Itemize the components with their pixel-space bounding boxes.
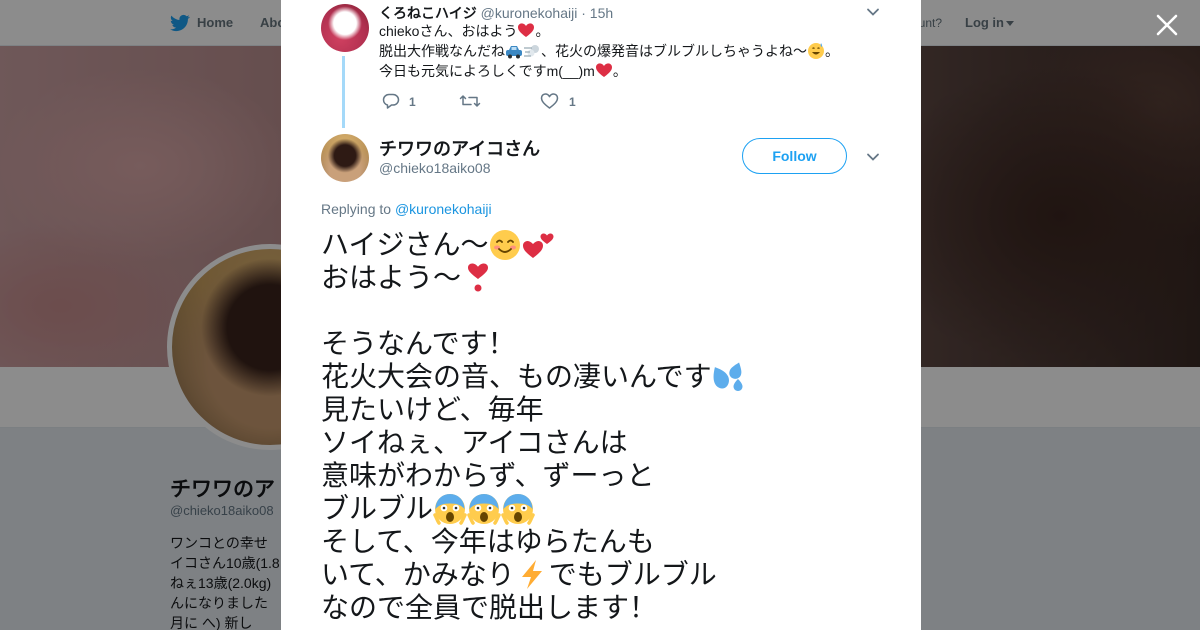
- reply-text-line: chiekoさん、おはよう 。: [379, 21, 849, 41]
- tweet-text-line: そして、今年はゆらたんも: [321, 526, 655, 557]
- reply-author-avatar[interactable]: [321, 4, 369, 52]
- text-segment: でもブルブル: [548, 559, 717, 590]
- text-segment: 、花火の爆発音はブルブルしちゃうよね～: [541, 43, 807, 59]
- text-segment: 。: [612, 63, 627, 79]
- lightning-icon: [521, 560, 542, 589]
- exclamation-heart-icon: [468, 263, 489, 292]
- tweet-author-handle[interactable]: @chieko18aiko08: [379, 160, 491, 176]
- tweet-text-line: 意味がわからず、ずーっと: [321, 460, 655, 491]
- tweet-text-line: ソイねぇ、アイコさんは: [321, 427, 628, 458]
- tweet-text-line: そうなんです！: [321, 328, 516, 359]
- tweet-author-name[interactable]: チワワのアイコさん: [379, 135, 540, 161]
- text-segment: いて、かみなり: [321, 559, 515, 590]
- reply-tweet-header: くろねこハイジ @kuronekohaiji · 15h: [379, 3, 613, 23]
- text-segment: 今日も元気によろしくですm(__)m: [379, 63, 595, 79]
- heart-icon[interactable]: [540, 92, 559, 110]
- red-heart-icon: [595, 63, 612, 77]
- tweet-text-line: [321, 294, 881, 327]
- tweet-text-line: いて、かみなり でもブルブル: [321, 558, 881, 591]
- reply-author-name[interactable]: くろねこハイジ: [379, 5, 477, 21]
- replying-to-link[interactable]: @kuronekohaiji: [395, 201, 492, 217]
- follow-button[interactable]: Follow: [742, 138, 847, 174]
- replying-to-context: Replying to @kuronekohaiji: [321, 201, 492, 217]
- tweet-author-avatar[interactable]: [321, 134, 369, 182]
- tweet-text-line: ブルブル: [321, 492, 881, 525]
- grinning-sweat-icon: [808, 43, 824, 59]
- tweet-text-line: 花火大会の音、もの凄いんです: [321, 360, 881, 393]
- thread-connector-line: [342, 56, 345, 128]
- text-segment: おはよう〜: [321, 262, 462, 293]
- text-segment: 。: [535, 23, 550, 39]
- reply-tweet-text: chiekoさん、おはよう。 脱出大作戦なんだね 、花火の爆発音はブルブルしちゃう…: [379, 21, 849, 81]
- dash-icon: [524, 45, 539, 57]
- sweat-droplets-icon: [713, 362, 743, 391]
- retweet-icon[interactable]: [459, 92, 481, 110]
- separator-dot: ·: [581, 5, 586, 21]
- chevron-down-icon[interactable]: [866, 150, 880, 164]
- text-segment: 花火大会の音、もの凄いんです: [321, 361, 712, 392]
- smiling-face-icon: [490, 230, 521, 260]
- text-segment: 。: [825, 43, 839, 59]
- screaming-face-icon: [467, 494, 501, 525]
- chevron-down-icon[interactable]: [866, 5, 880, 19]
- car-icon: [506, 46, 522, 59]
- tweet-permalink-modal: くろねこハイジ @kuronekohaiji · 15h chiekoさん、おは…: [281, 0, 921, 630]
- reply-timestamp[interactable]: 15h: [590, 5, 613, 21]
- red-heart-icon: [518, 23, 535, 37]
- text-segment: ブルブル: [321, 493, 434, 524]
- reply-author-handle[interactable]: @kuronekohaiji: [481, 5, 578, 21]
- tweet-text: ハイジさん〜 おはよう〜 そうなんです！ 花火大会の音、もの凄いんです 見たいけ…: [321, 228, 881, 624]
- tweet-text-line: なので全員で脱出します！: [321, 592, 658, 623]
- text-segment: chiekoさん、おはよう: [379, 23, 518, 39]
- text-segment: 脱出大作戦なんだね: [379, 43, 505, 59]
- close-icon[interactable]: [1154, 12, 1180, 38]
- tweet-text-line: ハイジさん〜: [321, 228, 881, 261]
- text-segment: ハイジさん〜: [321, 229, 489, 260]
- two-hearts-icon: [523, 233, 554, 258]
- reply-text-line: 脱出大作戦なんだね 、花火の爆発音はブルブルしちゃうよね～ 。: [379, 41, 849, 61]
- tweet-text-line: おはよう〜: [321, 261, 881, 294]
- screaming-face-icon: [433, 494, 467, 525]
- reply-icon[interactable]: [382, 92, 400, 110]
- like-count: 1: [569, 95, 576, 109]
- screaming-face-icon: [501, 494, 535, 525]
- tweet-text-line: 見たいけど、毎年: [321, 394, 544, 425]
- reply-count: 1: [409, 95, 416, 109]
- reply-text-line: 今日も元気によろしくですm(__)m 。: [379, 61, 849, 81]
- replying-to-label: Replying to: [321, 201, 392, 217]
